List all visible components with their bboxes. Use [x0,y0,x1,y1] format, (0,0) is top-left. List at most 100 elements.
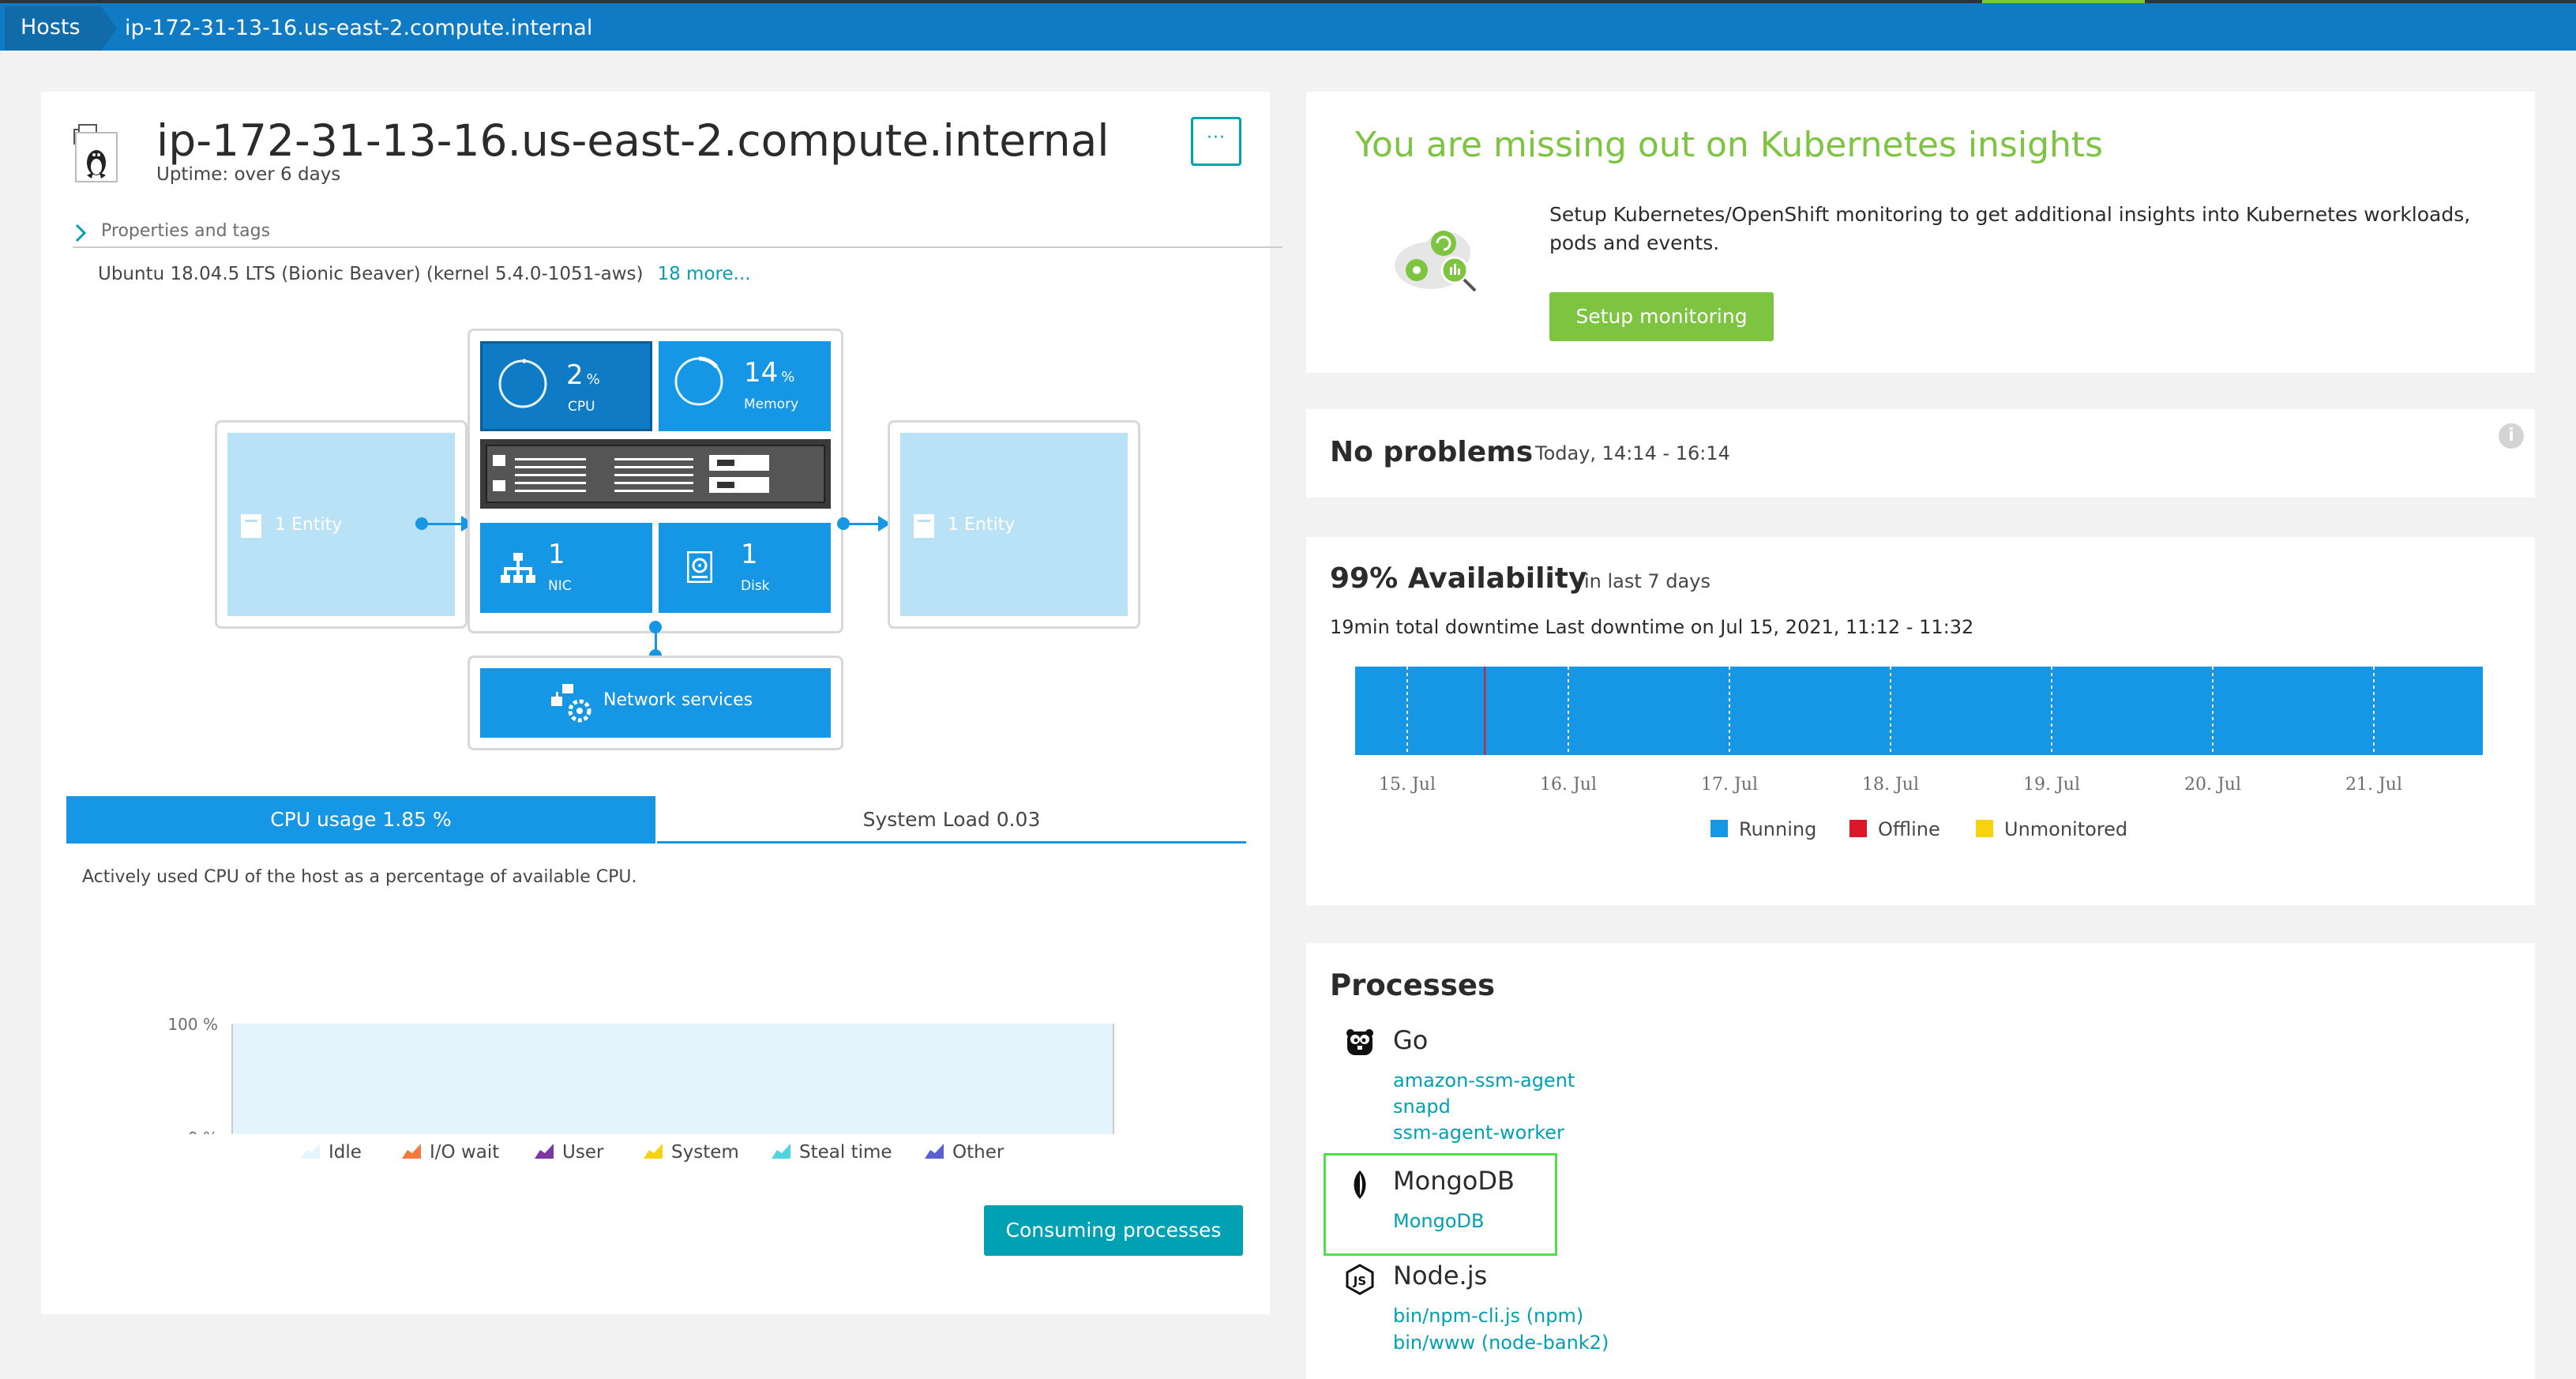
top-navigation-bar: Hosts ip-172-31-13-16.us-east-2.compute.… [0,0,2576,51]
document-icon [914,514,934,538]
legend-swatch [1976,820,1993,837]
nodejs-icon: JS [1346,1264,1374,1295]
legend-item[interactable]: I/O wait [401,1142,499,1163]
legend-swatch [1710,820,1728,837]
area-series-icon [535,1144,554,1159]
cpu-gauge-icon [498,359,548,409]
host-overview-card: ip-172-31-13-16.us-east-2.compute.intern… [41,92,1282,1314]
cpu-tile[interactable]: 2% CPU [480,341,652,431]
os-more-link[interactable]: 18 more... [657,264,750,284]
breadcrumb-hosts[interactable]: Hosts [5,6,117,51]
memory-value: 14 [744,357,779,389]
host-uptime: Uptime: over 6 days [156,164,341,185]
server-icon [480,439,831,509]
setup-monitoring-button[interactable]: Setup monitoring [1549,292,1774,341]
area-series-icon [402,1144,421,1159]
legend-item[interactable]: Idle [300,1142,362,1163]
legend-item[interactable]: User [534,1142,603,1163]
memory-label: Memory [744,396,799,412]
area-series-icon [925,1144,944,1159]
process-link[interactable]: bin/npm-cli.js (npm) [1393,1305,1583,1327]
idle-area [232,1024,1113,1134]
cpu-value: 2 [566,359,584,391]
processes-title: Processes [1330,968,1495,1002]
day-label: 21. Jul [2345,775,2402,795]
nic-label: NIC [548,578,572,594]
day-label: 17. Jul [1701,775,1758,795]
cpu-label: CPU [568,399,595,415]
inbound-entity-label: 1 Entity [275,515,343,535]
legend-item[interactable]: System [643,1142,739,1163]
breadcrumb-current-host: ip-172-31-13-16.us-east-2.compute.intern… [125,16,593,40]
consuming-processes-button[interactable]: Consuming processes [984,1205,1243,1256]
legend-label: I/O wait [430,1142,500,1163]
day-label: 20. Jul [2184,775,2241,795]
tab-description: Actively used CPU of the host as a perce… [82,867,637,887]
network-services-tile[interactable]: Network services [480,668,831,738]
legend-label: User [562,1142,604,1163]
cpu-usage-chart: 100 %0 %14:1514:3014:4515:0015:1515:3015… [167,1015,1114,1134]
y-tick-label: 0 % [188,1129,218,1134]
availability-legend-item: Running [1710,818,1816,840]
availability-title: 99% Availability [1330,562,1587,595]
problems-title: No problems [1330,436,1534,468]
area-series-icon [301,1144,320,1159]
processes-card: Processes Go amazon-ssm-agent snapd ssm-… [1306,943,2535,1379]
info-icon[interactable]: i [2499,423,2524,449]
nic-tile[interactable]: 1 NIC [480,523,652,613]
topbar-accent [1982,0,2145,3]
legend-label: Offline [1878,818,1940,840]
legend-item[interactable]: Other [924,1142,1004,1163]
process-link[interactable]: ssm-agent-worker [1393,1122,1564,1144]
mongodb-leaf-icon [1354,1170,1366,1199]
cpu-unit: % [586,371,600,388]
process-link[interactable]: bin/www (node-bank2) [1393,1332,1609,1354]
process-link[interactable]: MongoDB [1393,1210,1484,1232]
svg-text:JS: JS [1353,1274,1366,1288]
chevron-right-icon [75,224,87,242]
more-actions-button[interactable]: ··· [1191,117,1241,166]
legend-label: Steal time [799,1142,892,1163]
process-link[interactable]: snapd [1393,1095,1451,1118]
tab-system-load[interactable]: System Load 0.03 [657,796,1246,844]
availability-downtime: 19min total downtime Last downtime on Ju… [1330,616,1974,638]
day-label: 16. Jul [1540,775,1597,795]
disk-tile[interactable]: 1 Disk [659,523,831,613]
process-link[interactable]: amazon-ssm-agent [1393,1069,1575,1092]
running-bar [1355,667,2483,755]
memory-tile[interactable]: 14% Memory [659,341,831,431]
go-gopher-icon [1346,1029,1373,1055]
tech-name-mongodb: MongoDB [1393,1166,1515,1196]
availability-legend-item: Unmonitored [1976,818,2127,840]
document-icon [241,514,261,538]
kubernetes-title: You are missing out on Kubernetes insigh… [1355,125,2104,165]
properties-and-tags-toggle[interactable]: Properties and tags [73,216,1282,248]
legend-item[interactable]: Steal time [771,1142,892,1163]
linux-host-icon [73,123,120,183]
legend-swatch [1849,820,1867,837]
availability-timeline: 15. Jul 16. Jul 17. Jul 18. Jul 19. Jul 20. J… [1355,667,2483,795]
availability-card: 99% Availability in last 7 days 19min to… [1306,537,2535,905]
area-series-icon [644,1144,663,1159]
os-text: Ubuntu 18.04.5 LTS (Bionic Beaver) (kern… [98,264,644,284]
problems-card: No problems Today, 14:14 - 16:14 i [1306,409,2535,498]
legend-label: System [671,1142,739,1163]
outbound-entity-label: 1 Entity [948,515,1016,535]
availability-legend-item: Offline [1849,818,1940,840]
availability-subtitle: in last 7 days [1584,570,1710,592]
legend-label: Running [1739,818,1817,840]
tech-name-nodejs: Node.js [1393,1261,1488,1291]
day-label: 15. Jul [1379,775,1436,795]
nic-value: 1 [548,539,565,570]
memory-gauge-icon [674,356,724,407]
connector-left [428,523,464,525]
host-title: ip-172-31-13-16.us-east-2.compute.intern… [156,115,1110,166]
area-series-icon [772,1144,790,1159]
outbound-entity[interactable]: 1 Entity [900,433,1128,616]
os-info: Ubuntu 18.04.5 LTS (Bionic Beaver) (kern… [98,264,751,284]
legend-label: Other [952,1142,1004,1163]
day-label: 19. Jul [2023,775,2080,795]
tab-cpu-usage[interactable]: CPU usage 1.85 % [66,796,655,844]
disk-value: 1 [741,539,758,570]
network-services-label: Network services [603,690,753,710]
